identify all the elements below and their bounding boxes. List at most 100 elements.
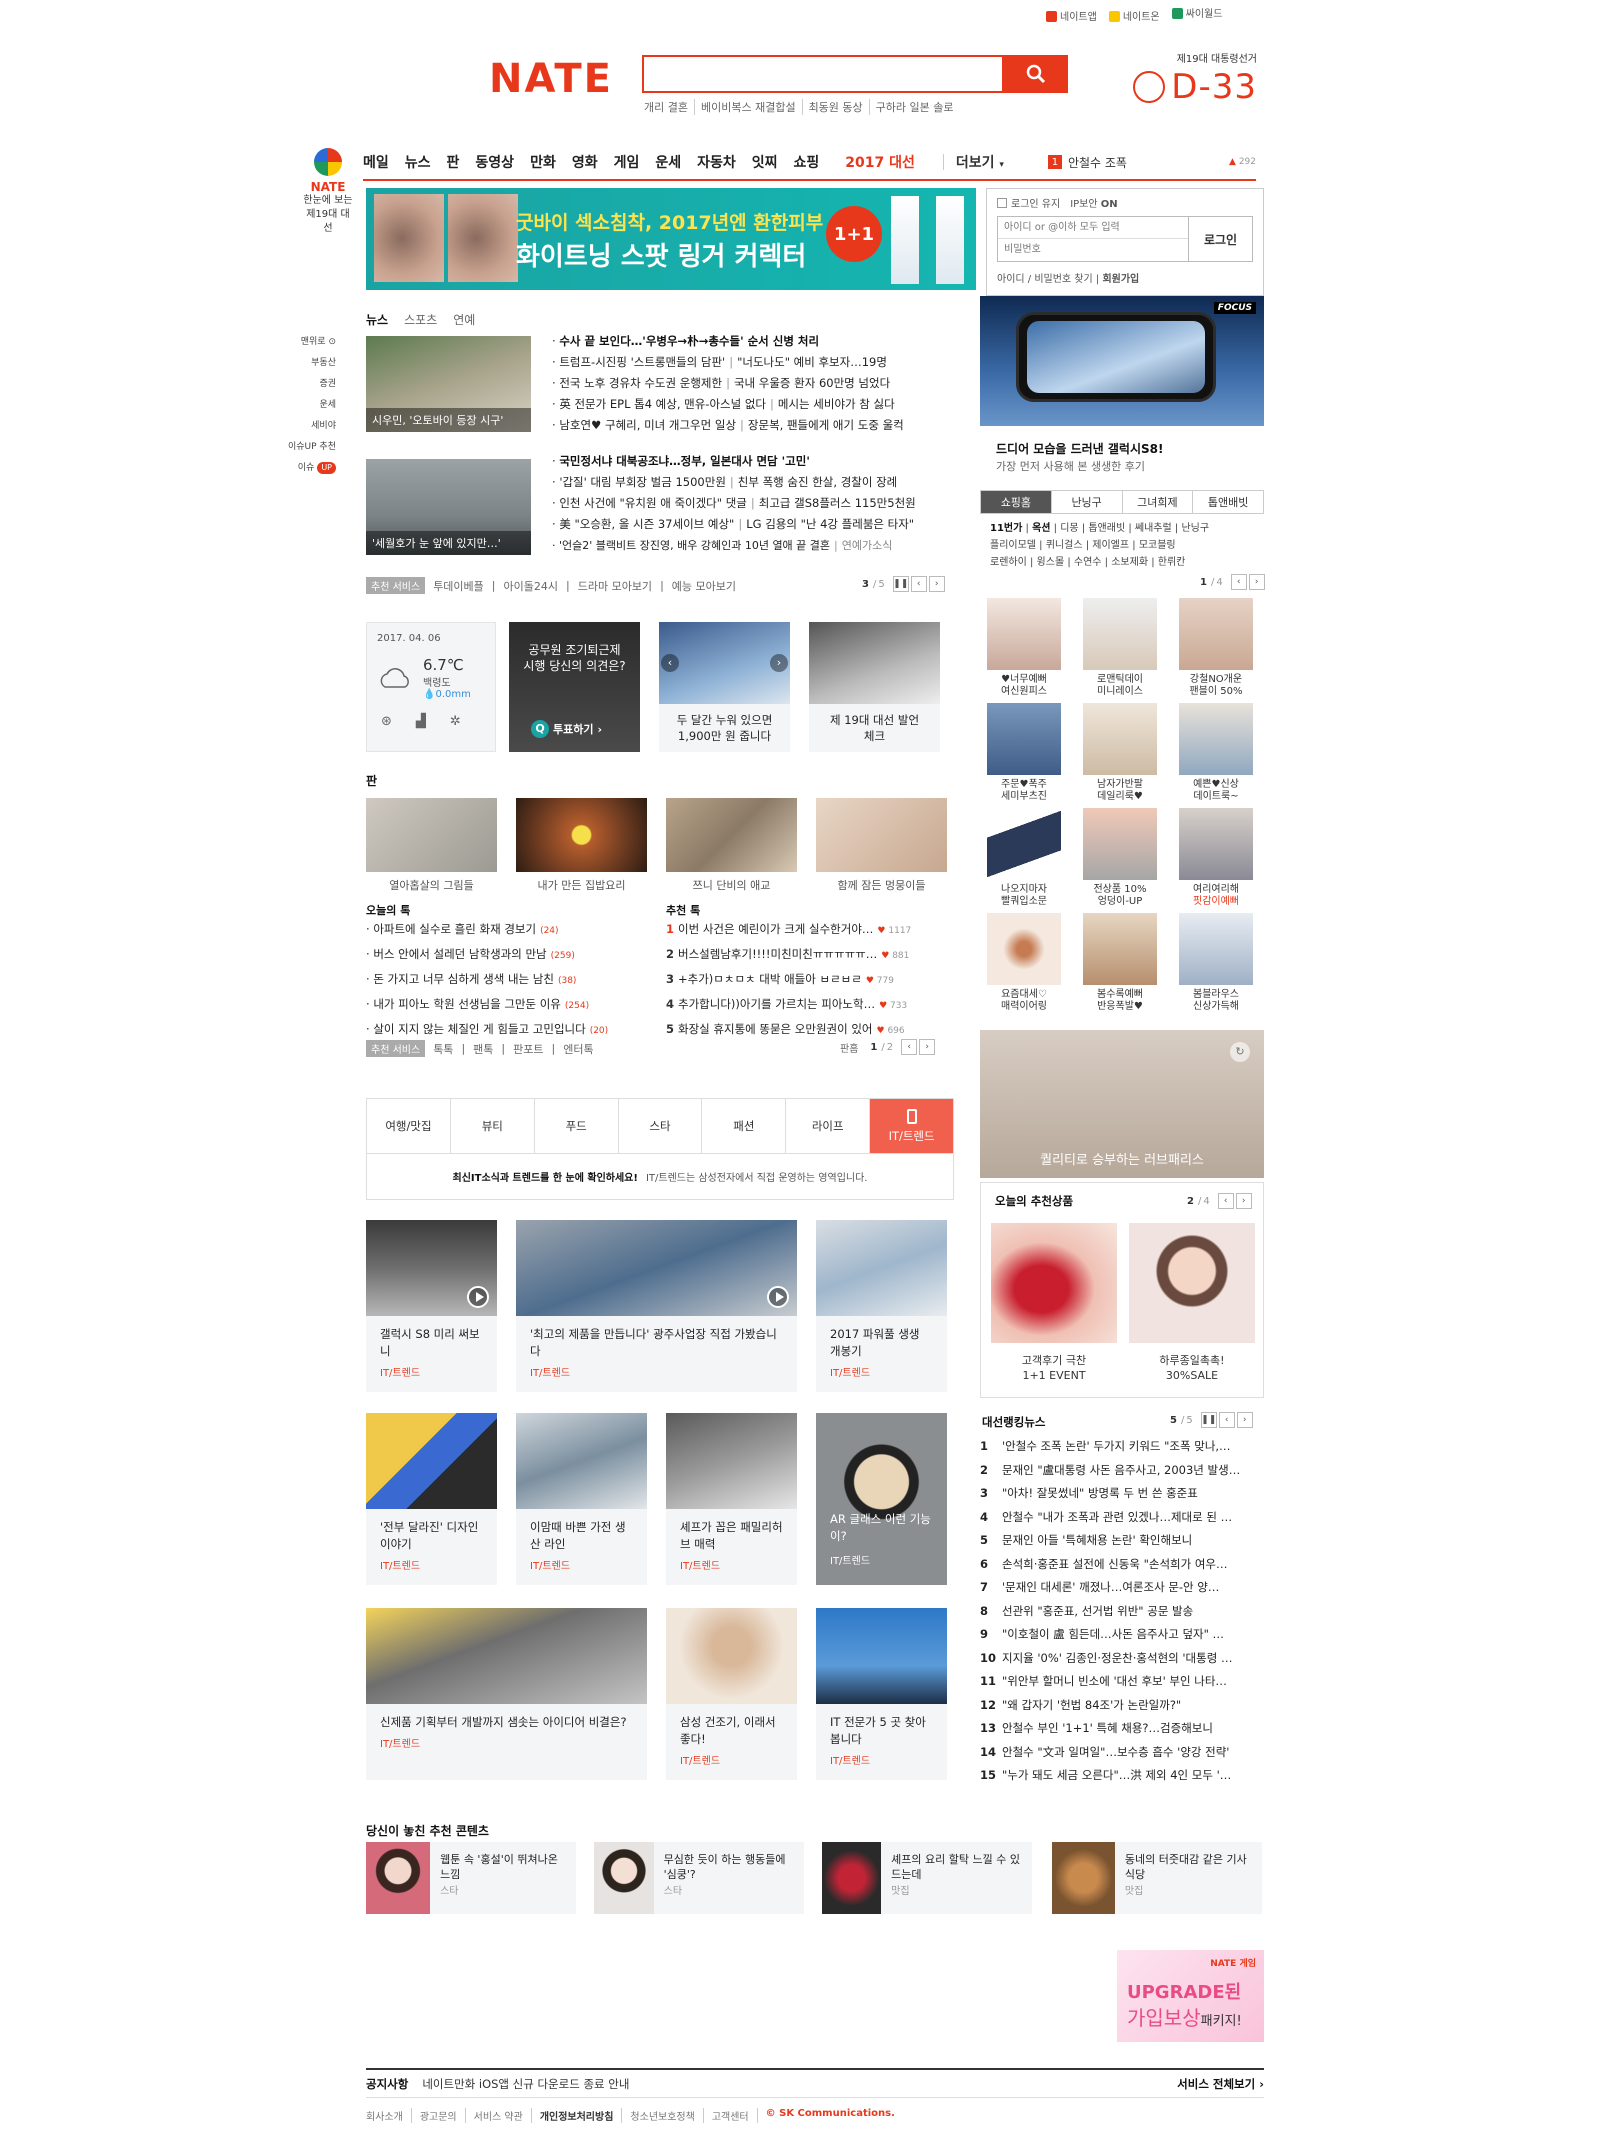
next-button[interactable]: ›: [928, 576, 945, 592]
service-link[interactable]: 아이돌24시: [504, 578, 558, 594]
nav-game[interactable]: 게임: [614, 152, 640, 172]
footer-link[interactable]: 서비스 약관: [464, 2108, 531, 2123]
pause-button[interactable]: ❚❚: [892, 576, 909, 592]
side-realestate[interactable]: 부동산: [278, 353, 336, 374]
keyword-link[interactable]: 베이비복스 재결합설: [693, 99, 802, 115]
tab-shop-1[interactable]: 난닝구: [1052, 491, 1123, 513]
side-top[interactable]: 맨위로 ⊙: [278, 332, 336, 353]
side-stock[interactable]: 증권: [278, 374, 336, 395]
shop-link[interactable]: 한뤼칸: [1158, 557, 1186, 568]
it-card[interactable]: '최고의 제품을 만듭니다' 광주사업장 직접 가봤습니다 IT/트렌드: [516, 1220, 797, 1392]
list-item[interactable]: 3 +추가)ㅁㅊㅁㅊ 대박 애들아 ㅂㄹㅂㄹ ♥ 779: [666, 968, 956, 993]
nav-video[interactable]: 동영상: [475, 152, 514, 172]
pann-thumb[interactable]: [816, 798, 947, 872]
service-link[interactable]: 엔터톡: [563, 1041, 593, 1057]
shop-item[interactable]: 로맨틱데이 미니레이스: [1083, 598, 1157, 698]
tab-sports[interactable]: 스포츠: [404, 311, 437, 328]
keyword-link[interactable]: 최동원 동상: [801, 99, 869, 115]
nav-comic[interactable]: 만화: [530, 152, 556, 172]
service-link[interactable]: 판포트: [513, 1041, 543, 1057]
footer-link[interactable]: 광고문의: [410, 2108, 465, 2123]
pann-thumb[interactable]: [366, 798, 497, 872]
shop-link[interactable]: 수연수: [1074, 557, 1102, 568]
product-image[interactable]: [1129, 1223, 1255, 1343]
shop-link[interactable]: 로렌하이: [990, 557, 1027, 568]
next-button[interactable]: ›: [1248, 574, 1265, 590]
it-card[interactable]: 이맘때 바쁜 가전 생산 라인 IT/트렌드: [516, 1413, 647, 1585]
side-issue-up[interactable]: 이슈 UP: [278, 458, 336, 479]
notice-link[interactable]: 네이트만화 iOS앱 신규 다운로드 종료 안내: [422, 2076, 629, 2092]
news-headline[interactable]: · 국민정서냐 대북공조냐…정부, 일본대사 면담 '고민': [552, 451, 954, 472]
shop-link[interactable]: 윙스몰: [1037, 557, 1065, 568]
missed-card[interactable]: 셰프의 요리 할탁 느낄 수 있드는데 맛집: [822, 1842, 1032, 1914]
keyword-link[interactable]: 구하라 일본 솔로: [868, 99, 960, 115]
rank-news-item[interactable]: 8 선관위 "홍준표, 선거법 위반" 공문 발송: [980, 1600, 1264, 1624]
side-issue-rec[interactable]: 이슈UP 추천: [278, 437, 336, 458]
prev-button[interactable]: ‹: [910, 576, 927, 592]
next-button[interactable]: ›: [919, 1039, 936, 1055]
tab-travel[interactable]: 여행/맛집: [367, 1099, 451, 1153]
keyword-link[interactable]: 개리 결혼: [644, 99, 694, 115]
news-row[interactable]: · 남호연♥ 구혜리, 미녀 개그우먼 일상 | 장문복, 팬들에게 애기 도중 울…: [552, 415, 954, 436]
rank-news-item[interactable]: 9 "이호철이 盧 힘든데…사돈 음주사고 덮자" …: [980, 1623, 1264, 1647]
shop-link[interactable]: 플리이모델: [990, 540, 1036, 551]
shop-link[interactable]: 쎄내추럴: [1135, 523, 1172, 534]
news-row[interactable]: · '언슬2' 블랙비트 장진영, 배우 강혜인과 10년 열애 끝 결혼 | 연예…: [552, 535, 954, 556]
news-row[interactable]: · 美 "오승환, 올 시즌 37세이브 예상" | LG 김용의 "난 4강 플레…: [552, 514, 954, 535]
shop-item[interactable]: 주문♥폭주 세미부츠진: [987, 703, 1061, 803]
rank-news-item[interactable]: 14 안철수 "文과 일며일"…보수층 흡수 '양강 전략': [980, 1741, 1264, 1765]
news-row[interactable]: · 英 전문가 EPL 톱4 예상, 맨유-아스널 없다 | 메시는 세비야가 참 …: [552, 394, 954, 415]
play-icon[interactable]: [467, 1286, 489, 1308]
nav-movie[interactable]: 영화: [572, 152, 598, 172]
rank-news-item[interactable]: 12 "왜 갑자기 '헌법 84조'가 논란일까?": [980, 1694, 1264, 1718]
rank-news-item[interactable]: 10 지지율 '0%' 김종인·정운찬·홍석현의 '대통령 …: [980, 1647, 1264, 1671]
rank-news-item[interactable]: 7 '문재인 대세론' 깨졌나…여론조사 문-안 양…: [980, 1576, 1264, 1600]
shop-item[interactable]: 남자가반팔 데일리룩♥: [1083, 703, 1157, 803]
shop-link[interactable]: 톱앤래빗: [1088, 523, 1125, 534]
next-button[interactable]: ›: [1235, 1193, 1252, 1209]
prev-button[interactable]: ‹: [1230, 574, 1247, 590]
play-icon[interactable]: [767, 1286, 789, 1308]
promo-card[interactable]: 제 19대 대선 발언 체크: [809, 622, 940, 752]
shop-item[interactable]: 전상품 10% 엉덩이-UP: [1083, 808, 1157, 908]
list-item[interactable]: 4 추가합니다))아기를 가르치는 피아노학… ♥ 733: [666, 993, 956, 1018]
it-card[interactable]: '전부 달라진' 디자인 이야기 IT/트렌드: [366, 1413, 497, 1585]
rank-news-item[interactable]: 5 문재인 아들 '특혜채용 논란' 확인해보니: [980, 1529, 1264, 1553]
list-item[interactable]: · 아파트에 실수로 흘린 화재 경보기 (24): [366, 918, 656, 943]
search-input[interactable]: [642, 55, 1004, 93]
keep-login-checkbox[interactable]: 로그인 유지: [997, 195, 1060, 210]
news-row[interactable]: · 트럼프-시진핑 '스트롱맨들의 담판' | "너도나도" 예비 후보자…19명: [552, 352, 954, 373]
pann-home-link[interactable]: 판홈: [840, 1040, 858, 1055]
focus-ad[interactable]: FOCUS: [980, 296, 1264, 426]
rank-news-item[interactable]: 13 안철수 부인 '1+1' 특혜 채용?…검증해보니: [980, 1717, 1264, 1741]
shop-link[interactable]: 11번가: [990, 523, 1022, 534]
tab-shop-2[interactable]: 그녀희제: [1123, 491, 1194, 513]
footer-link[interactable]: 회사소개: [366, 2108, 411, 2123]
game-ad[interactable]: NATE 게임 UPGRADE된 가입보상패키지!: [1117, 1950, 1264, 2042]
service-link[interactable]: 드라마 모아보기: [578, 578, 652, 594]
missed-card[interactable]: 웹툰 속 '홍설'이 뛰쳐나온 느낌 스타: [366, 1842, 576, 1914]
id-field[interactable]: 아이디 or @이하 모두 입력: [998, 217, 1188, 239]
prev-arrow-icon[interactable]: ‹: [661, 654, 679, 672]
shop-link[interactable]: 모코블링: [1139, 540, 1176, 551]
chart-icon[interactable]: ▟: [416, 714, 426, 729]
side-sevilla[interactable]: 세비야: [278, 416, 336, 437]
fashion-ad[interactable]: ↻ 퀄리티로 승부하는 러브패리스: [980, 1030, 1264, 1178]
weather-widget[interactable]: 2017. 04. 06 6.7℃ 백령도 💧0.0mm ⊛ ▟ ✲: [366, 622, 496, 752]
nate-logo[interactable]: NATE: [489, 56, 613, 102]
prev-button[interactable]: ‹: [1218, 1412, 1235, 1428]
list-item[interactable]: · 돈 가지고 너무 심하게 생색 내는 남친 (38): [366, 968, 656, 993]
shop-item[interactable]: 요즘대세♡ 매력이어링: [987, 913, 1061, 1013]
shop-item[interactable]: 나오지마자 빨쿼입소문: [987, 808, 1061, 908]
shop-item[interactable]: 강철NO개운 팬블이 50%: [1179, 598, 1253, 698]
top-link-nateapp[interactable]: 네이트앱: [1046, 8, 1097, 23]
tab-beauty[interactable]: 뷰티: [451, 1099, 535, 1153]
it-card[interactable]: 2017 파워풀 생생 개봉기 IT/트렌드: [816, 1220, 947, 1392]
promo-card[interactable]: ‹ › 두 달간 누워 있으면 1,900만 원 줍니다: [659, 622, 790, 752]
rank-news-item[interactable]: 1 '안철수 조폭 논란' 두가지 키워드 "조폭 맞나,…: [980, 1435, 1264, 1459]
rank-news-item[interactable]: 3 "아차! 잘못썼네" 방명록 두 번 쓴 홍준표: [980, 1482, 1264, 1506]
vote-button[interactable]: Q 투표하기 ›: [531, 720, 602, 738]
search-button[interactable]: [1004, 55, 1068, 93]
news-headline[interactable]: · 수사 끝 보인다…'우병우→朴→총수들' 순서 신병 처리: [552, 331, 954, 352]
rank-news-item[interactable]: 15 "누가 돼도 세금 오른다"…洪 제외 4인 모두 '…: [980, 1764, 1264, 1788]
